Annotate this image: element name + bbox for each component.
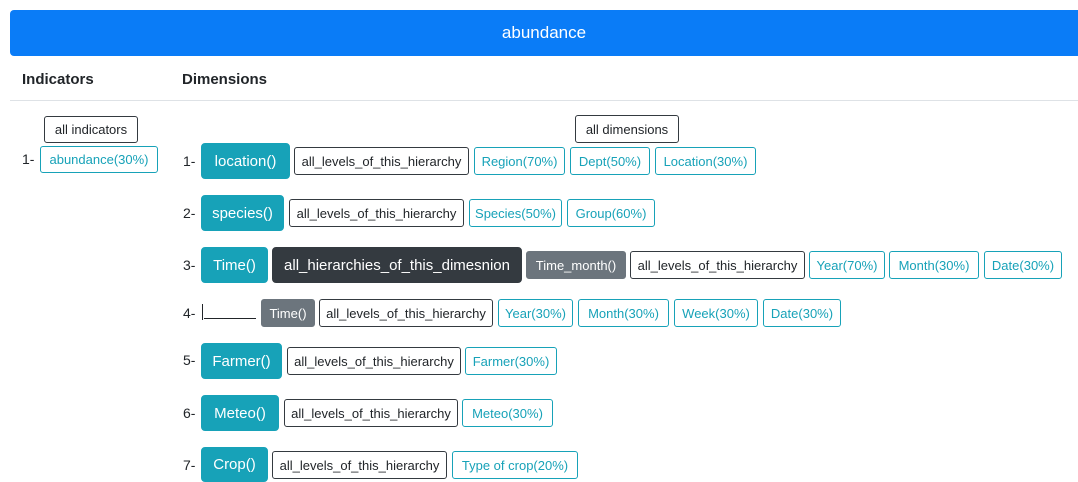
level-dept-button[interactable]: Dept(50%) [570,147,650,175]
dimension-meteo-button[interactable]: Meteo() [201,395,279,431]
level-species-button[interactable]: Species(50%) [469,199,562,227]
indicator-abundance-button[interactable]: abundance(30%) [40,146,158,173]
level-date-button[interactable]: Date(30%) [984,251,1062,279]
all-levels-button[interactable]: all_levels_of_this_hierarchy [284,399,458,427]
level-year-button[interactable]: Year(30%) [498,299,573,327]
dimension-number: 7- [183,457,196,473]
all-dimensions-button[interactable]: all dimensions [575,115,679,143]
tree-connector-line [204,318,256,319]
dimension-farmer-button[interactable]: Farmer() [201,343,282,379]
level-month-button[interactable]: Month(30%) [578,299,669,327]
header-divider [10,100,1078,101]
hierarchy-time-month-button[interactable]: Time_month() [526,251,626,279]
all-levels-button[interactable]: all_levels_of_this_hierarchy [294,147,469,175]
dimension-species-button[interactable]: species() [201,195,284,231]
level-year-button[interactable]: Year(70%) [809,251,885,279]
all-levels-button[interactable]: all_levels_of_this_hierarchy [272,451,447,479]
dimension-time-button[interactable]: Time() [201,247,268,283]
all-levels-button[interactable]: all_levels_of_this_hierarchy [287,347,461,375]
level-region-button[interactable]: Region(70%) [474,147,565,175]
all-levels-button[interactable]: all_levels_of_this_hierarchy [319,299,493,327]
dimension-number: 3- [183,257,196,273]
level-location-button[interactable]: Location(30%) [655,147,756,175]
tree-connector [202,304,203,320]
dimension-crop-button[interactable]: Crop() [201,447,268,482]
all-levels-button[interactable]: all_levels_of_this_hierarchy [289,199,464,227]
all-indicators-button[interactable]: all indicators [44,116,138,143]
level-farmer-button[interactable]: Farmer(30%) [465,347,557,375]
level-meteo-button[interactable]: Meteo(30%) [462,399,553,427]
dimension-number: 1- [183,153,196,169]
dimension-number: 4- [183,305,196,321]
indicators-header: Indicators [22,71,94,88]
dimension-number: 2- [183,205,196,221]
dimension-location-button[interactable]: location() [201,143,290,179]
all-hierarchies-button[interactable]: all_hierarchies_of_this_dimesnion [272,247,522,283]
sub-dimension-time-button[interactable]: Time() [261,299,315,327]
page-title-banner: abundance [10,10,1078,56]
page-title: abundance [501,23,587,42]
all-levels-button[interactable]: all_levels_of_this_hierarchy [630,251,805,279]
level-date-button[interactable]: Date(30%) [763,299,841,327]
level-type-of-crop-button[interactable]: Type of crop(20%) [452,451,578,479]
dimension-number: 5- [183,352,196,368]
level-group-button[interactable]: Group(60%) [567,199,655,227]
level-week-button[interactable]: Week(30%) [674,299,758,327]
dimensions-header: Dimensions [182,71,268,88]
level-month-button[interactable]: Month(30%) [889,251,979,279]
indicator-number: 1- [22,151,35,167]
dimension-number: 6- [183,405,196,421]
